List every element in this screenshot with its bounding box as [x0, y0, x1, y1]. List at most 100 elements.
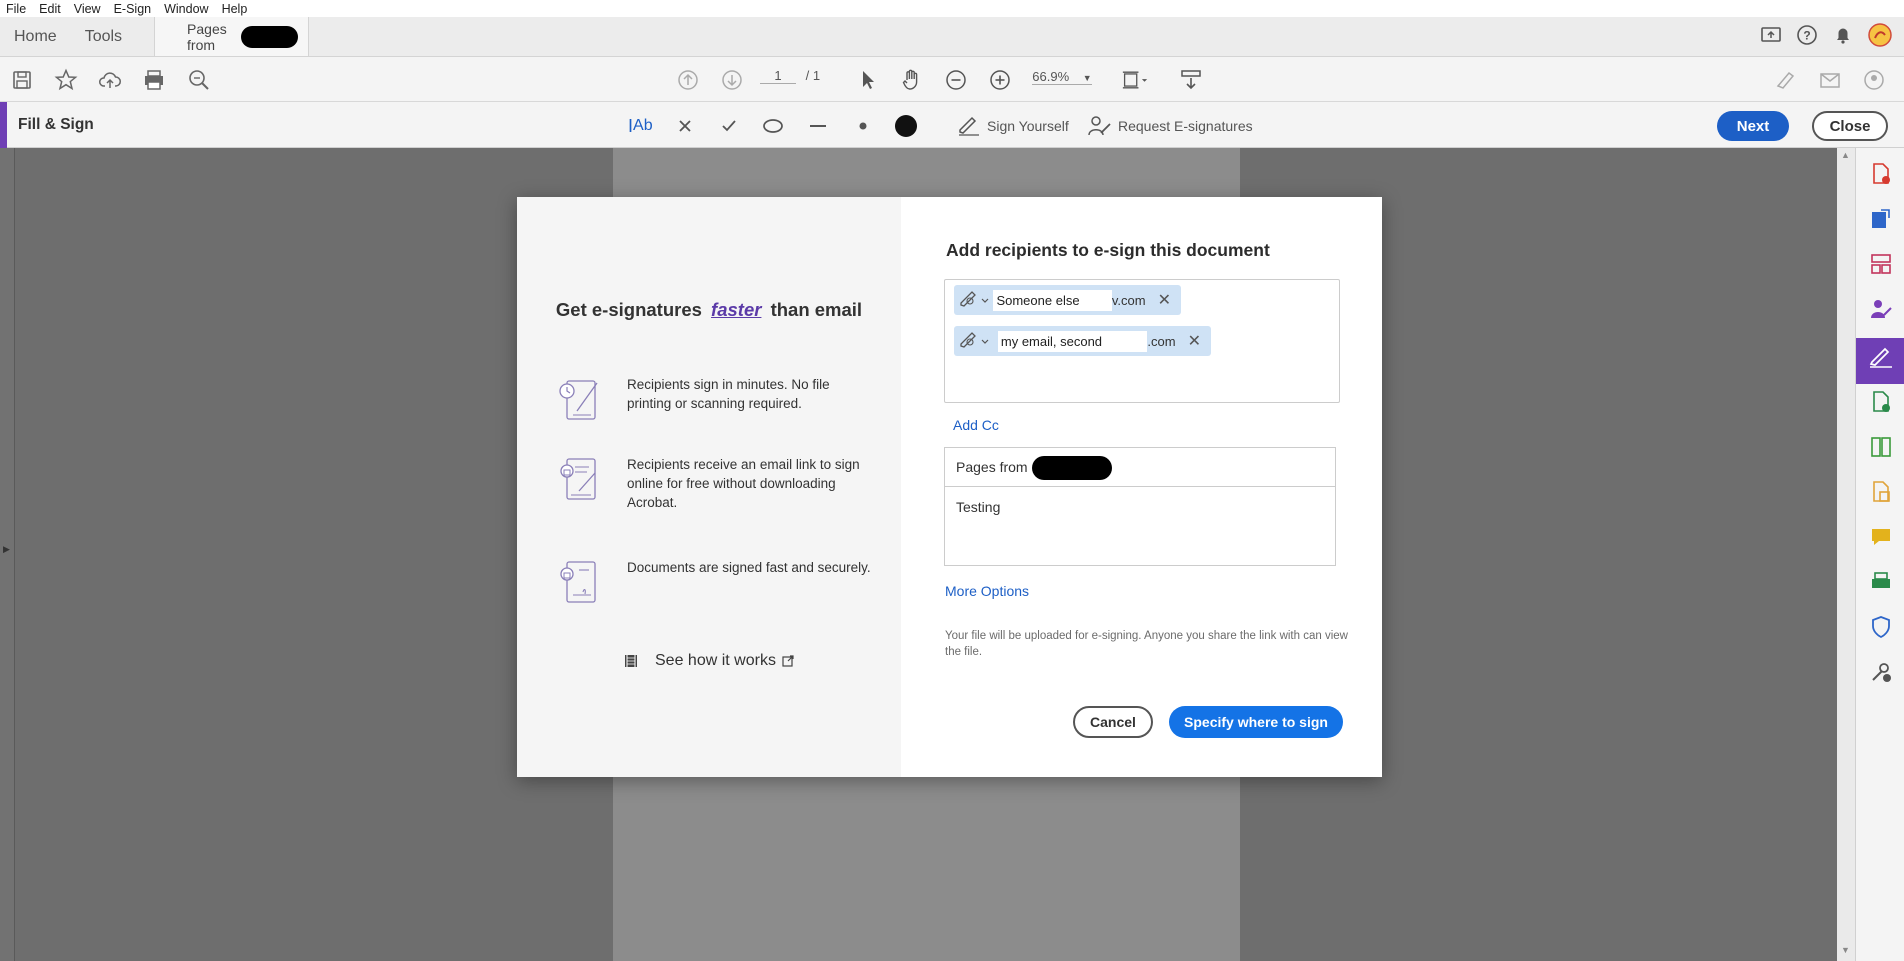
color-picker[interactable]: [894, 114, 918, 138]
feature-email-link: Recipients receive an email link to sign…: [557, 455, 877, 512]
sign-yourself-button[interactable]: Sign Yourself: [957, 114, 1069, 138]
redacted-document-name: [1032, 456, 1113, 481]
organize-pages-icon[interactable]: [1867, 250, 1895, 278]
next-button[interactable]: Next: [1717, 111, 1789, 141]
tab-home[interactable]: Home: [0, 17, 71, 56]
tab-tools[interactable]: Tools: [71, 17, 136, 56]
request-signatures-icon[interactable]: [1867, 295, 1895, 323]
recipient-email-input[interactable]: my email, second: [997, 330, 1148, 352]
menu-edit[interactable]: Edit: [39, 2, 61, 16]
cross-mark-tool[interactable]: [676, 114, 694, 138]
chevron-down-icon: ▼: [1082, 73, 1092, 83]
left-panel-strip[interactable]: ▶: [0, 148, 15, 961]
fill-sign-icon[interactable]: [1867, 343, 1895, 371]
protect-shield-icon[interactable]: [1867, 613, 1895, 641]
create-pdf-icon[interactable]: [1867, 160, 1895, 188]
fill-sign-title: Fill & Sign: [18, 116, 94, 133]
page-fit-icon[interactable]: [1122, 67, 1148, 93]
color-swatch-icon: [895, 115, 917, 137]
feature-sign-minutes-text: Recipients sign in minutes. No file prin…: [627, 377, 830, 411]
scroll-mode-icon[interactable]: [1178, 67, 1204, 93]
scroll-up-icon[interactable]: ▲: [1841, 150, 1850, 160]
menu-window[interactable]: Window: [164, 2, 208, 16]
edit-pdf-icon[interactable]: [1867, 388, 1895, 416]
more-options-link[interactable]: More Options: [945, 583, 1029, 599]
compare-files-icon[interactable]: [1867, 433, 1895, 461]
hand-tool-icon[interactable]: [899, 67, 925, 93]
export-pdf-icon[interactable]: [1867, 205, 1895, 233]
print-icon[interactable]: [141, 67, 167, 93]
recipient-chip: Someone else v.com ✕: [954, 285, 1181, 315]
lock-document-icon: [560, 561, 596, 603]
redacted-filename: [240, 25, 299, 48]
share-screen-icon[interactable]: [1760, 24, 1782, 49]
help-icon[interactable]: ?: [1796, 24, 1818, 49]
add-text-label: Ab: [633, 117, 653, 134]
next-page-icon[interactable]: [719, 67, 745, 93]
specify-where-to-sign-button[interactable]: Specify where to sign: [1169, 706, 1343, 738]
signer-role-icon: [960, 291, 989, 307]
upload-notice: Your file will be uploaded for e-signing…: [945, 630, 1348, 658]
previous-page-icon[interactable]: [675, 67, 701, 93]
request-esignatures-label: Request E-signatures: [1118, 118, 1253, 134]
role-select[interactable]: [954, 285, 993, 315]
scan-ocr-icon[interactable]: [1867, 568, 1895, 596]
cancel-button[interactable]: Cancel: [1073, 706, 1153, 738]
see-how-label: See how it works: [655, 652, 776, 669]
ellipse-tool[interactable]: [762, 114, 784, 138]
cross-icon: [679, 120, 691, 132]
role-select[interactable]: [954, 326, 994, 356]
check-mark-tool[interactable]: [720, 114, 738, 138]
bell-icon[interactable]: [1832, 24, 1854, 49]
menu-esign[interactable]: E-Sign: [114, 2, 152, 16]
see-how-it-works-link[interactable]: See how it works: [624, 652, 795, 670]
remove-recipient-icon[interactable]: ✕: [1188, 331, 1201, 351]
account-icon[interactable]: [1861, 67, 1887, 93]
zoom-level-select[interactable]: 66.9% ▼: [1032, 69, 1092, 85]
search-zoom-icon[interactable]: [186, 67, 212, 93]
scroll-down-icon[interactable]: ▼: [1841, 945, 1850, 955]
recipient-email-input[interactable]: Someone else: [993, 289, 1112, 311]
avatar[interactable]: [1868, 23, 1892, 50]
zoom-in-icon[interactable]: [987, 67, 1013, 93]
zoom-out-icon[interactable]: [943, 67, 969, 93]
comment-icon[interactable]: [1867, 523, 1895, 551]
close-button[interactable]: Close: [1812, 111, 1888, 141]
expand-panel-icon[interactable]: ▶: [3, 544, 10, 555]
mail-icon[interactable]: [1817, 67, 1843, 93]
add-text-tool[interactable]: I Ab: [628, 114, 653, 138]
menu-bar: File Edit View E-Sign Window Help: [0, 0, 1904, 17]
zoom-level-value: 66.9%: [1032, 69, 1070, 84]
document-name-value: Pages from: [956, 459, 1028, 475]
remove-recipient-icon[interactable]: ✕: [1158, 290, 1171, 310]
request-esignatures-button[interactable]: Request E-signatures: [1088, 114, 1253, 138]
star-icon[interactable]: [53, 67, 79, 93]
page-navigator: 1 / 1: [760, 68, 820, 84]
menu-view[interactable]: View: [74, 2, 101, 16]
info-heading: Get e-signatures faster than email: [517, 299, 901, 321]
combine-files-icon[interactable]: [1867, 478, 1895, 506]
add-cc-link[interactable]: Add Cc: [953, 417, 999, 433]
dot-tool[interactable]: [856, 114, 870, 138]
fill-sign-toolbar: Fill & Sign I Ab Sign Yourself Request E…: [0, 102, 1904, 148]
line-icon: [810, 125, 826, 127]
recipients-field[interactable]: Someone else v.com ✕ my email, second .c…: [944, 279, 1340, 403]
select-cursor-icon[interactable]: [855, 67, 881, 93]
info-heading-start: Get e-signatures: [555, 299, 702, 320]
message-field[interactable]: Testing: [944, 486, 1336, 566]
request-signatures-dialog: Get e-signatures faster than email Recip…: [517, 197, 1382, 777]
tab-document[interactable]: Pages from: [154, 17, 310, 56]
request-sign-icon: [1088, 116, 1111, 136]
page-number-input[interactable]: 1: [760, 68, 796, 84]
feature-secure: Documents are signed fast and securely.: [557, 558, 877, 608]
line-tool[interactable]: [808, 114, 828, 138]
menu-file[interactable]: File: [6, 2, 26, 16]
protect-icon[interactable]: [1773, 67, 1799, 93]
more-tools-icon[interactable]: [1867, 658, 1895, 686]
menu-help[interactable]: Help: [222, 2, 248, 16]
save-icon[interactable]: [9, 67, 35, 93]
vertical-scrollbar[interactable]: ▲ ▼: [1837, 148, 1855, 961]
document-name-field[interactable]: Pages from: [944, 447, 1336, 487]
upload-cloud-icon[interactable]: [97, 67, 123, 93]
dialog-info-panel: Get e-signatures faster than email Recip…: [517, 197, 901, 777]
